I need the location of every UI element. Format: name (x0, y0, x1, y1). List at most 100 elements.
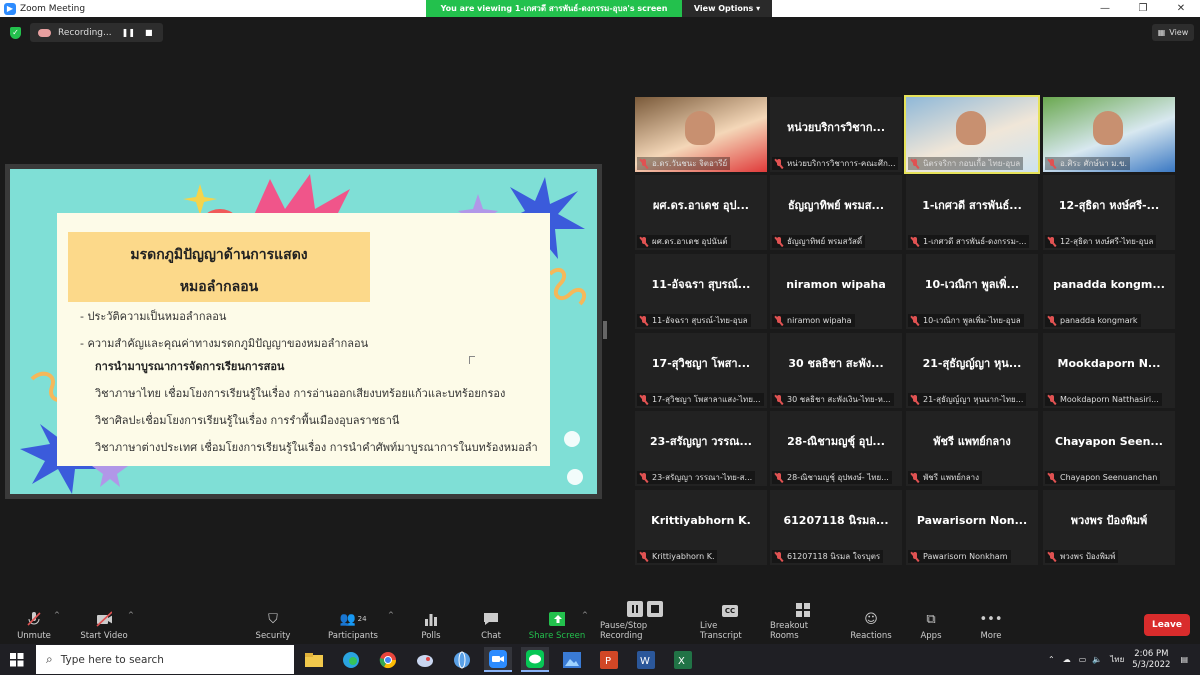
muted-mic-icon (639, 551, 649, 562)
taskbar-search-box[interactable]: ⌕ Type here to search (36, 645, 294, 674)
split-resize-handle[interactable] (603, 321, 607, 339)
participant-tile[interactable]: Pawarisorn Non... Pawarisorn Nonkham (906, 490, 1038, 565)
chat-button[interactable]: Chat (478, 602, 504, 644)
close-icon[interactable]: ✕ (1162, 0, 1200, 17)
more-label: More (980, 631, 1002, 641)
taskbar-clock[interactable]: 2:06 PM 5/3/2022 (1132, 649, 1170, 671)
muted-mic-icon (1047, 236, 1057, 247)
apps-button[interactable]: ⧉ Apps (918, 602, 944, 644)
share-screen-button[interactable]: Share Screen ^ (528, 602, 588, 644)
svg-text:W: W (640, 656, 650, 667)
chrome-icon[interactable] (374, 647, 402, 672)
unmute-button[interactable]: Unmute ^ (10, 602, 60, 644)
muted-mic-icon (1047, 472, 1057, 483)
share-caret-icon[interactable]: ^ (582, 611, 588, 619)
participant-tile[interactable]: 11-อัจฉรา สุบรณ์... 11-อัจฉรา สุบรณ์-ไทย-… (635, 254, 767, 329)
excel-icon[interactable]: X (669, 647, 697, 672)
live-transcript-button[interactable]: CC Live Transcript (700, 602, 760, 644)
video-caret-icon[interactable]: ^ (128, 611, 134, 619)
participant-tile[interactable]: พวงพร ป้องพิมพ์ พวงพร ป้องพิมพ์ (1043, 490, 1175, 565)
maximize-icon[interactable]: ❐ (1124, 0, 1162, 17)
participant-tile[interactable]: นิตรจริกา กอบเกื้อ ไทย-อุบล (904, 95, 1040, 174)
participant-label: 17-สุวิชญา โพสาลาแสง-ไทย... (637, 393, 764, 406)
participant-tile[interactable]: พัชรี แพทย์กลาง พัชรี แพทย์กลาง (906, 411, 1038, 486)
participant-name-text: ผศ.ดร.อาเดช อุป... (653, 199, 749, 212)
app-icon-bird[interactable] (411, 647, 439, 672)
participant-tile[interactable]: 28-ณิชามญชุ์ อุป... 28-ณิชามญชุ์ อุปพงษ์-… (770, 411, 902, 486)
word-icon[interactable]: W (632, 647, 660, 672)
participant-name: Mookdaporn N... (1043, 333, 1175, 393)
presentation-slide: มรดกภูมิปัญญาด้านการแสดง หมอลำกลอน - ประ… (10, 169, 597, 494)
chat-label: Chat (481, 631, 501, 641)
participant-name-text: 30 ชลธิชา สะพัง... (788, 357, 884, 370)
tray-chevron-icon[interactable]: ⌃ (1048, 655, 1055, 664)
participant-tile[interactable]: ผศ.ดร.อาเดช อุป... ผศ.ดร.อาเดช อุปนันต์ (635, 175, 767, 250)
view-label: View (1169, 28, 1189, 37)
input-language[interactable]: ไทย (1110, 653, 1124, 666)
view-button[interactable]: ▦ View (1152, 24, 1194, 41)
muted-mic-icon (910, 551, 920, 562)
view-options-button[interactable]: View Options ▾ (682, 0, 772, 17)
participant-tile[interactable]: Chayapon Seen... Chayapon Seenuanchan (1043, 411, 1175, 486)
globe-icon[interactable] (448, 647, 476, 672)
muted-mic-icon (910, 394, 920, 405)
start-video-label: Start Video (80, 631, 128, 641)
more-button[interactable]: ••• More (978, 602, 1004, 644)
participant-tile[interactable]: 23-สรัญญา วรรณ... 23-สรัญญา วรรณา-ไทย-ส..… (635, 411, 767, 486)
participant-name-text: 17-สุวิชญา โพสา... (651, 357, 751, 370)
participants-button[interactable]: 👥 24 Participants ^ (326, 602, 394, 644)
unmute-label: Unmute (17, 631, 51, 641)
viewing-message: You are viewing 1-เกศวดี สารพันธ์-ดงกรรม… (426, 0, 682, 17)
participants-caret-icon[interactable]: ^ (388, 611, 394, 619)
participant-label: 12-สุธิดา หงษ์ศรี-ไทย-อุบล (1045, 235, 1157, 248)
participant-label-text: 17-สุวิชญา โพสาลาแสง-ไทย... (652, 395, 761, 404)
leave-button[interactable]: Leave (1144, 614, 1190, 636)
more-dots-icon: ••• (979, 611, 1003, 627)
participant-tile[interactable]: Krittiyabhorn K. Krittiyabhorn K. (635, 490, 767, 565)
line-icon[interactable] (521, 647, 549, 672)
participant-tile[interactable]: niramon wipaha niramon wipaha (770, 254, 902, 329)
participant-tile[interactable]: 17-สุวิชญา โพสา... 17-สุวิชญา โพสาลาแสง-ไ… (635, 333, 767, 408)
breakout-rooms-button[interactable]: Breakout Rooms (770, 602, 836, 644)
participant-tile[interactable]: ธัญญาทิพย์ พรมส... ธัญญาทิพย์ พรมสวัสดิ์ (770, 175, 902, 250)
participant-tile[interactable]: 1-เกศวดี สารพันธ์... 1-เกศวดี สารพันธ์-ดง… (906, 175, 1038, 250)
polls-button[interactable]: Polls (418, 602, 444, 644)
edge-icon[interactable] (337, 647, 365, 672)
windows-taskbar: ⌕ Type here to search P W X ⌃ ☁ ▭ 🔈 ไทย … (0, 644, 1200, 675)
participant-tile[interactable]: อ.ศิระ ศักษ์นา ม.ข. (1043, 97, 1175, 172)
reactions-button[interactable]: ☺ Reactions (850, 602, 892, 644)
stop-icon[interactable]: ■ (145, 28, 153, 37)
participant-tile[interactable]: 30 ชลธิชา สะพัง... 30 ชลธิชา สะพังเงิน-ไท… (770, 333, 902, 408)
participant-tile[interactable]: 21-สุธัญญ์ญา หุน... 21-สุธัญญ์ญา หุนนาก-ไ… (906, 333, 1038, 408)
windows-start-icon[interactable] (0, 644, 34, 675)
participant-label-text: niramon wipaha (787, 316, 852, 325)
participant-tile[interactable]: อ.ดร.วันชนะ จิตอารีย์ (635, 97, 767, 172)
network-icon[interactable]: ▭ (1079, 655, 1087, 664)
participant-label-text: 61207118 นิรมล ใจรบุตร (787, 552, 881, 561)
participant-tile[interactable]: หน่วยบริการวิชาก... หน่วยบริการวิชาการ-คณ… (770, 97, 902, 172)
pause-stop-recording-button[interactable]: Pause/Stop Recording (600, 601, 690, 644)
participant-tile[interactable]: 12-สุธิดา หงษ์ศรี-... 12-สุธิดา หงษ์ศรี-ไ… (1043, 175, 1175, 250)
participant-label: นิตรจริกา กอบเกื้อ ไทย-อุบล (908, 157, 1024, 170)
video-off-icon (96, 611, 112, 627)
security-button[interactable]: ⛉ Security (253, 602, 293, 644)
file-explorer-icon[interactable] (300, 647, 328, 672)
participant-tile[interactable]: Mookdaporn N... Mookdaporn Natthasiri... (1043, 333, 1175, 408)
minimize-icon[interactable]: — (1086, 0, 1124, 17)
unmute-caret-icon[interactable]: ^ (54, 611, 60, 619)
muted-mic-icon (774, 158, 784, 169)
zoom-taskbar-icon[interactable] (484, 647, 512, 672)
powerpoint-icon[interactable]: P (595, 647, 623, 672)
participant-tile[interactable]: panadda kongm... panadda kongmark (1043, 254, 1175, 329)
tray-app-icon[interactable]: ☁ (1063, 655, 1071, 664)
participant-label: อ.ศิระ ศักษ์นา ม.ข. (1045, 157, 1131, 170)
start-video-button[interactable]: Start Video ^ (78, 602, 134, 644)
notification-icon[interactable]: ▤ (1180, 655, 1188, 664)
participant-tile[interactable]: 61207118 นิรมล... 61207118 นิรมล ใจรบุตร (770, 490, 902, 565)
shield-icon[interactable]: ✓ (10, 27, 21, 39)
shared-screen[interactable]: มรดกภูมิปัญญาด้านการแสดง หมอลำกลอน - ประ… (5, 164, 602, 499)
pause-icon[interactable]: ❚❚ (122, 28, 135, 37)
participant-tile[interactable]: 10-เวณิกา พูลเพิ่... 10-เวณิกา พูลเพิ่ม-ไ… (906, 254, 1038, 329)
volume-icon[interactable]: 🔈 (1092, 655, 1102, 664)
photos-icon[interactable] (558, 647, 586, 672)
